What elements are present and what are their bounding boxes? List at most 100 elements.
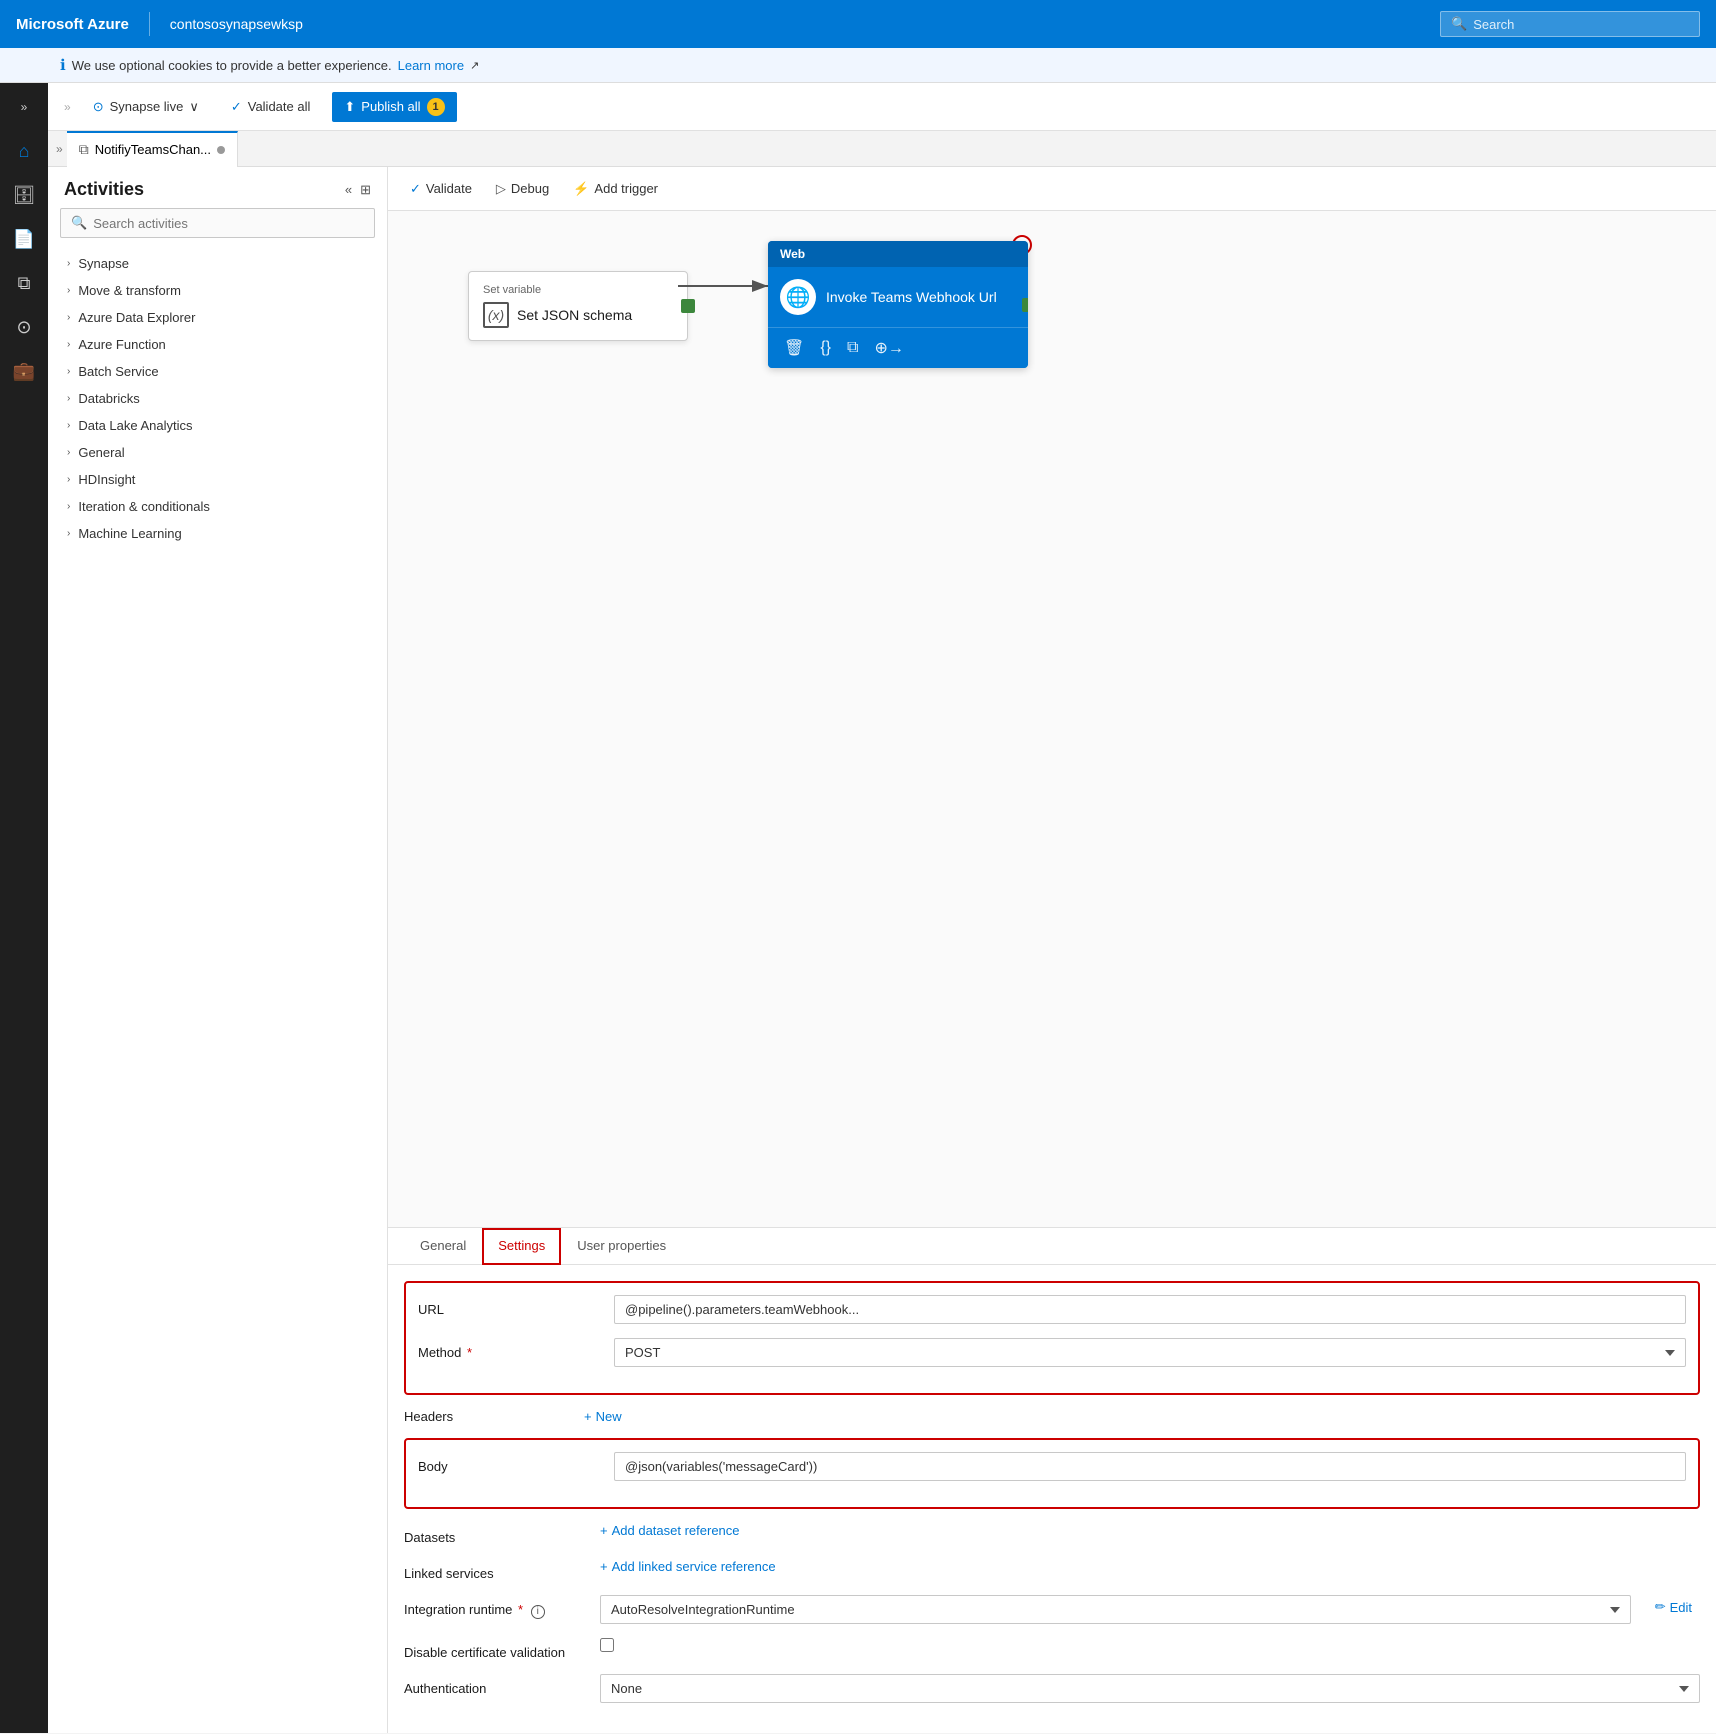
tab-settings[interactable]: Settings (482, 1228, 561, 1265)
chevron-right-icon: › (67, 312, 70, 323)
debug-play-icon: ▷ (496, 181, 506, 197)
url-input[interactable] (614, 1295, 1686, 1324)
category-databricks[interactable]: › Databricks (48, 385, 387, 412)
authentication-select[interactable]: None Basic Client Certificate Managed Id… (600, 1674, 1700, 1703)
category-data-lake-analytics[interactable]: › Data Lake Analytics (48, 412, 387, 439)
category-label: Azure Function (78, 337, 165, 352)
integration-runtime-edit-btn[interactable]: ✏ Edit (1647, 1595, 1700, 1619)
synapse-live-btn[interactable]: ⊙ Synapse live ∨ (83, 94, 209, 120)
web-node-delete-btn[interactable]: 🗑 (780, 336, 808, 360)
ir-required-star: * (518, 1602, 523, 1617)
settings-panel: General Settings User properties (388, 1227, 1716, 1733)
method-required-star: * (467, 1345, 472, 1360)
body-label: Body (418, 1452, 598, 1474)
learn-more-link[interactable]: Learn more (398, 58, 464, 73)
disable-cert-checkbox[interactable] (600, 1638, 614, 1652)
sidebar-icon-layers[interactable]: ⧉ (4, 263, 44, 303)
validate-btn[interactable]: ✓ Validate (400, 176, 482, 202)
category-azure-function[interactable]: › Azure Function (48, 331, 387, 358)
datasets-add-btn[interactable]: + Add dataset reference (600, 1523, 740, 1538)
set-variable-label: Set variable (483, 284, 673, 296)
headers-row: Headers + New (404, 1409, 1700, 1424)
breadcrumb-collapse[interactable]: » (64, 100, 71, 114)
category-label: Machine Learning (78, 526, 181, 541)
sidebar-icon-database[interactable]: 🗄 (4, 175, 44, 215)
add-trigger-btn[interactable]: ⚡ Add trigger (563, 176, 668, 202)
activities-search-box[interactable]: 🔍 (60, 208, 375, 238)
url-method-section: URL Method * POST GET (404, 1281, 1700, 1395)
authentication-label: Authentication (404, 1674, 584, 1696)
validate-label: Validate all (248, 99, 311, 114)
debug-btn[interactable]: ▷ Debug (486, 176, 559, 202)
pipeline-tab[interactable]: ⧉ NotifiyTeamsChan... (67, 131, 238, 167)
settings-form: URL Method * POST GET (388, 1265, 1716, 1733)
globe-icon: 🌐 (780, 279, 816, 315)
datasets-row: Datasets + Add dataset reference (404, 1523, 1700, 1545)
pipeline-toolbar: ✓ Validate ▷ Debug ⚡ Add trigger (388, 167, 1716, 211)
synapse-label: Synapse live (110, 99, 184, 114)
publish-all-btn[interactable]: ⬆ Publish all 1 (332, 92, 456, 122)
activities-sort-btn[interactable]: ⊞ (360, 182, 371, 198)
integration-runtime-select[interactable]: AutoResolveIntegrationRuntime (600, 1595, 1631, 1624)
authentication-row: Authentication None Basic Client Certifi… (404, 1674, 1700, 1703)
web-node-braces-btn[interactable]: {} (816, 337, 835, 359)
validate-check-icon: ✓ (410, 181, 421, 197)
validate-all-btn[interactable]: ✓ Validate all (221, 94, 321, 120)
web-node-copy-btn[interactable]: ⧉ (843, 337, 862, 359)
toolbar-row: » ⊙ Synapse live ∨ ✓ Validate all ⬆ Publ… (48, 83, 1716, 131)
method-select[interactable]: POST GET PUT DELETE (614, 1338, 1686, 1367)
category-hdinsight[interactable]: › HDInsight (48, 466, 387, 493)
linked-services-add-btn[interactable]: + Add linked service reference (600, 1559, 776, 1574)
set-variable-node[interactable]: Set variable (x) Set JSON schema (468, 271, 688, 341)
workspace-name: contososynapsewksp (170, 16, 303, 32)
tab-general[interactable]: General (404, 1228, 482, 1265)
category-label: Move & transform (78, 283, 181, 298)
sidebar-collapse-btn[interactable]: » (4, 91, 44, 123)
category-move-transform[interactable]: › Move & transform (48, 277, 387, 304)
activities-collapse-btn[interactable]: « (345, 182, 352, 197)
sidebar-icon-document[interactable]: 📄 (4, 219, 44, 259)
body-input[interactable] (614, 1452, 1686, 1481)
web-node-arrow-btn[interactable]: ⊕→ (870, 336, 907, 360)
category-label: Iteration & conditionals (78, 499, 210, 514)
debug-btn-label: Debug (511, 181, 549, 196)
web-node-body: 🌐 Invoke Teams Webhook Url (768, 267, 1028, 327)
icon-sidebar: » ⌂ 🗄 📄 ⧉ ⊙ 💼 (0, 83, 48, 1733)
integration-runtime-label: Integration runtime * i (404, 1595, 584, 1619)
tab-user-properties[interactable]: User properties (561, 1228, 682, 1265)
set-variable-connector-right (681, 299, 695, 313)
chevron-right-icon: › (67, 420, 70, 431)
headers-label: Headers (404, 1409, 584, 1424)
synapse-dropdown-icon: ∨ (189, 99, 199, 115)
sidebar-icon-monitor[interactable]: ⊙ (4, 307, 44, 347)
ir-info-icon[interactable]: i (531, 1605, 545, 1619)
edit-label: Edit (1670, 1600, 1692, 1615)
global-search[interactable]: 🔍 Search (1440, 11, 1700, 37)
activities-search-input[interactable] (93, 216, 364, 231)
category-azure-data-explorer[interactable]: › Azure Data Explorer (48, 304, 387, 331)
datasets-add-label: Add dataset reference (612, 1523, 740, 1538)
category-synapse[interactable]: › Synapse (48, 250, 387, 277)
body-row: Body (418, 1452, 1686, 1481)
category-iteration-conditionals[interactable]: › Iteration & conditionals (48, 493, 387, 520)
linked-services-plus-icon: + (600, 1559, 608, 1574)
cookie-text: We use optional cookies to provide a bet… (72, 58, 392, 73)
main-layout: » ⌂ 🗄 📄 ⧉ ⊙ 💼 » ⊙ Synapse live ∨ ✓ Valid… (0, 83, 1716, 1733)
chevron-right-icon: › (67, 285, 70, 296)
validate-icon: ✓ (231, 99, 242, 115)
sidebar-icon-briefcase[interactable]: 💼 (4, 351, 44, 391)
category-label: Azure Data Explorer (78, 310, 195, 325)
lightning-icon: ⚡ (573, 181, 589, 197)
headers-add-btn[interactable]: + New (584, 1409, 622, 1424)
datasets-label: Datasets (404, 1523, 584, 1545)
chevron-right-icon: › (67, 393, 70, 404)
method-label: Method * (418, 1338, 598, 1360)
category-batch-service[interactable]: › Batch Service (48, 358, 387, 385)
activities-controls: « ⊞ (345, 182, 371, 198)
category-label: Synapse (78, 256, 129, 271)
web-node[interactable]: Web 🌐 Invoke Teams Webhook Url 🗑 {} ⧉ ⊕→ (768, 241, 1028, 368)
category-machine-learning[interactable]: › Machine Learning (48, 520, 387, 547)
sidebar-icon-home[interactable]: ⌂ (4, 131, 44, 171)
category-general[interactable]: › General (48, 439, 387, 466)
publish-badge: 1 (427, 98, 445, 116)
